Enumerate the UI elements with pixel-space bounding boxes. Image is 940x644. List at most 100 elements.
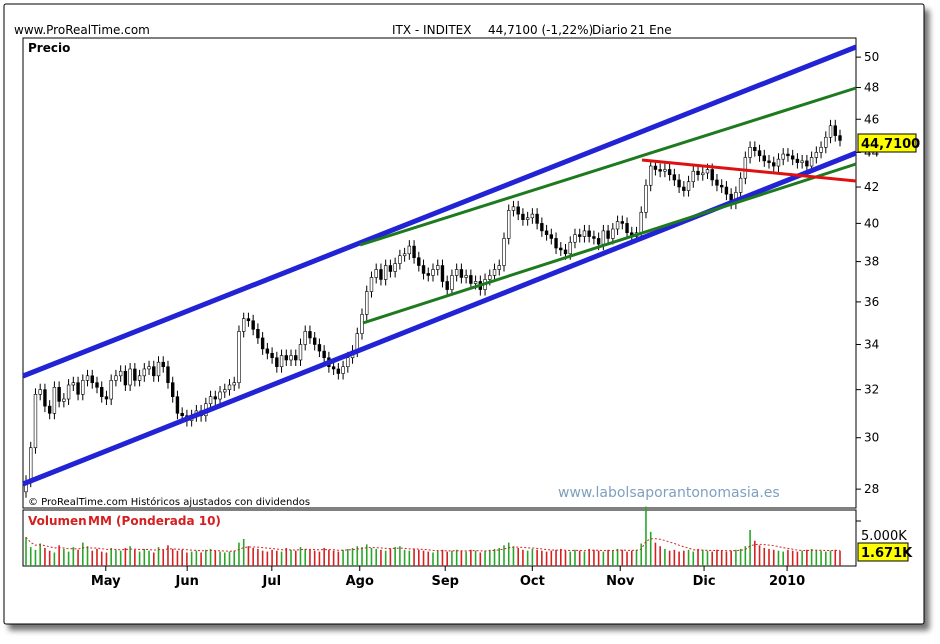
candle-body <box>805 160 809 167</box>
candle-body <box>246 318 251 322</box>
candle-body <box>152 366 156 377</box>
candle-body <box>298 344 303 361</box>
volume-scale-top: 5.000K <box>861 529 907 544</box>
candle-body <box>549 234 554 239</box>
candle-body <box>322 350 326 359</box>
candle-body <box>421 265 426 274</box>
price-tick-label: 36 <box>864 295 879 309</box>
candle-body <box>95 382 99 388</box>
candle-body <box>814 152 819 158</box>
candle-body <box>114 375 118 381</box>
candle-body <box>317 344 322 352</box>
candle-body <box>142 368 147 377</box>
candle-body <box>639 211 643 234</box>
candle-body <box>809 157 814 167</box>
candle-body <box>388 265 393 272</box>
candle-body <box>275 357 279 368</box>
price-tick-label: 48 <box>864 81 879 95</box>
x-tick-label: Jul <box>262 574 282 589</box>
candle-body <box>241 318 246 332</box>
candle-body <box>156 361 161 377</box>
candle-body <box>104 396 109 400</box>
candle-body <box>606 230 610 239</box>
candle-body <box>833 125 837 136</box>
candle-body <box>454 269 459 276</box>
candle-body <box>473 281 478 284</box>
footer-note: © ProRealTime.com Históricos ajustados c… <box>28 496 310 508</box>
price-tick-label: 42 <box>864 180 879 194</box>
candle-body <box>776 158 781 167</box>
candle-body <box>213 396 218 400</box>
chart-svg: www.ProRealTime.com ITX - INDITEX 44,710… <box>3 3 925 625</box>
candle-body <box>118 370 123 377</box>
candle-body <box>379 269 383 280</box>
candle-body <box>365 291 369 315</box>
x-tick-label: May <box>91 574 121 589</box>
price-tick-label: 28 <box>864 482 879 496</box>
candle-body <box>620 221 625 224</box>
candle-body <box>223 389 227 393</box>
candle-body <box>587 230 591 237</box>
candle-body <box>374 269 378 278</box>
candle-body <box>445 281 449 290</box>
price-panel <box>22 37 857 509</box>
candle-body <box>29 447 33 482</box>
candle-body <box>511 206 516 211</box>
ticker-quote: 44,7100 (-1,22%) <box>488 23 593 37</box>
volume-last-tag: 1.671K <box>857 542 913 562</box>
candle-body <box>795 158 800 163</box>
candle-body <box>336 368 341 374</box>
candle-body <box>781 153 785 160</box>
x-tick-label: Nov <box>606 574 635 589</box>
candle-body <box>748 147 752 158</box>
candle-body <box>227 384 232 390</box>
candle-body <box>743 157 748 179</box>
candle-body <box>218 391 222 400</box>
candle-body <box>790 155 795 160</box>
candle-body <box>417 257 421 266</box>
price-tick-label: 30 <box>864 431 879 445</box>
candle-body <box>530 213 535 219</box>
candle-body <box>175 396 180 414</box>
candle-body <box>521 213 525 220</box>
candle-body <box>331 366 336 370</box>
candle-body <box>308 331 312 339</box>
candle-body <box>540 223 544 232</box>
price-tick-label: 32 <box>864 383 879 397</box>
candle-body <box>180 412 184 417</box>
candle-body <box>171 382 175 397</box>
candle-body <box>360 314 364 334</box>
candle-body <box>52 387 57 414</box>
candle-body <box>289 355 293 361</box>
candle-body <box>705 169 710 174</box>
candle-body <box>303 331 307 345</box>
candle-body <box>578 234 582 237</box>
candle-body <box>237 331 241 383</box>
volume-label: Volumen <box>28 514 87 528</box>
price-tick-label: 34 <box>864 337 879 351</box>
candle-body <box>738 177 743 193</box>
last-price-tag: 44,7100 <box>857 133 920 153</box>
candle-body <box>573 234 577 243</box>
candle-body <box>383 265 388 280</box>
price-tick-label: 50 <box>864 50 879 64</box>
candle-body <box>563 249 568 255</box>
candle-body <box>753 147 757 151</box>
candle-body <box>294 355 298 361</box>
period-label: Diario <box>592 23 628 37</box>
candle-body <box>497 265 501 270</box>
candle-body <box>133 368 137 381</box>
candle <box>502 232 506 272</box>
candle-body <box>76 382 80 395</box>
candle-body <box>492 269 497 276</box>
x-tick-label: Dic <box>693 574 716 589</box>
candle-body <box>71 382 76 386</box>
candle-body <box>232 382 236 386</box>
candle <box>52 381 57 420</box>
candle-body <box>696 170 700 176</box>
candle-body <box>559 247 563 251</box>
watermark: www.labolsaporantonomasia.es <box>558 485 780 501</box>
candle-body <box>502 238 506 266</box>
candle-body <box>516 206 520 215</box>
candle-body <box>767 160 771 163</box>
